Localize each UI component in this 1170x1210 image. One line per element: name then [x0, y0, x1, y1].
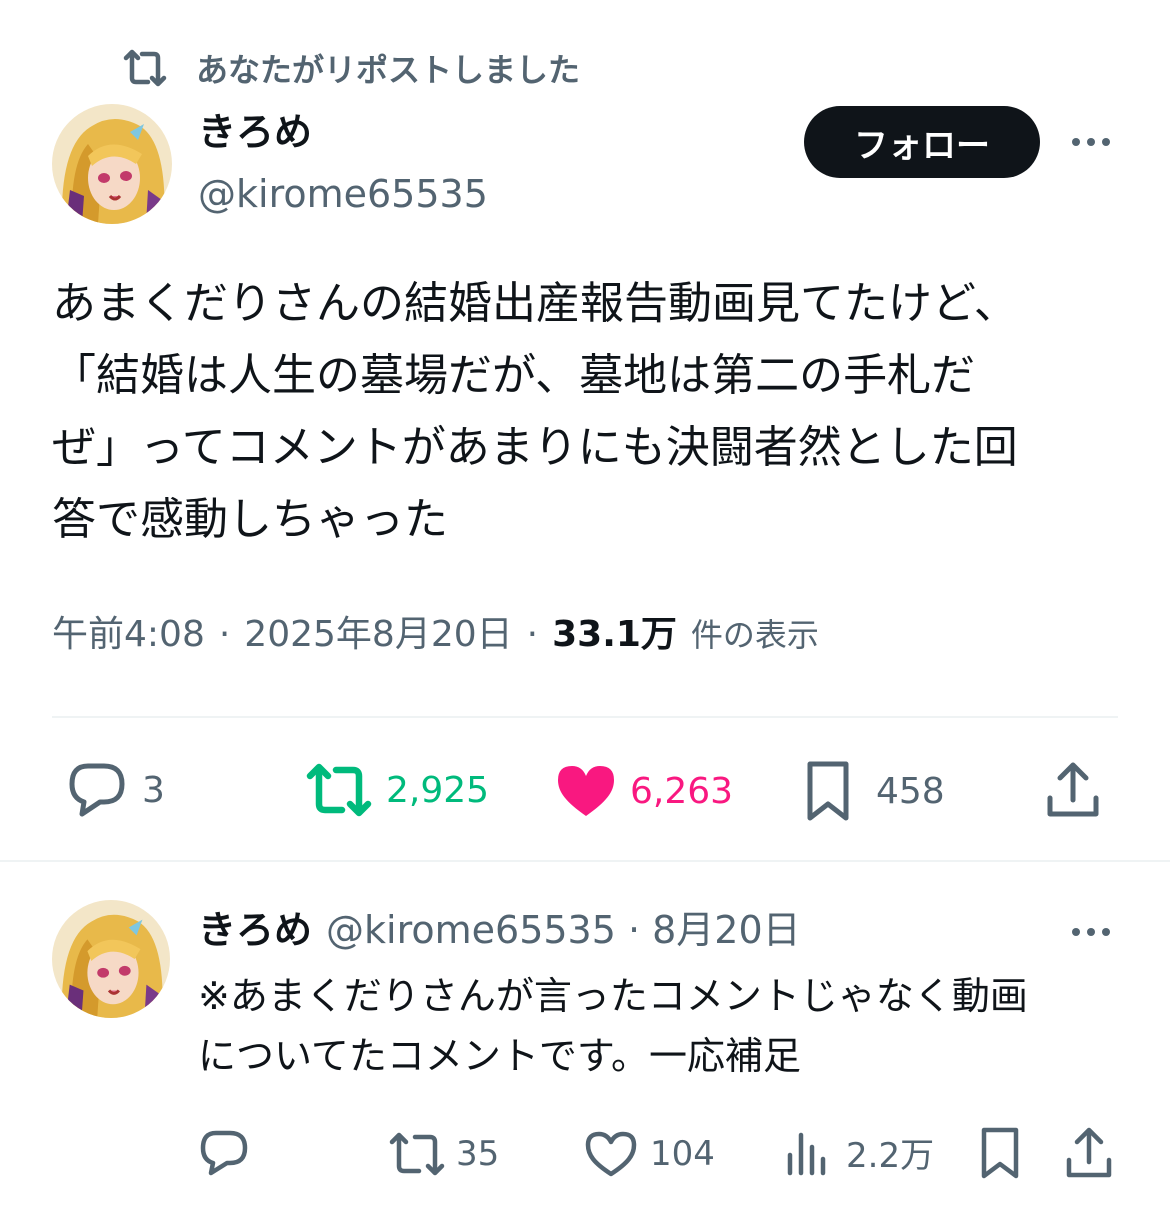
like-count: 6,263: [630, 770, 734, 812]
repost-count: 2,925: [386, 769, 490, 811]
share-icon: [1066, 1127, 1112, 1178]
reply-count: 3: [142, 769, 165, 811]
reply-icon: [69, 763, 125, 817]
repost-banner: あなたがリポストしました: [122, 48, 581, 89]
repost-button[interactable]: 2,925: [306, 762, 489, 818]
reply-repost-count: 35: [456, 1134, 500, 1174]
tweet-date[interactable]: 2025年8月20日: [244, 610, 512, 660]
avatar[interactable]: [52, 104, 172, 224]
meta-separator: ·: [526, 614, 539, 655]
reply-share-button[interactable]: [1064, 1126, 1114, 1180]
reply-views-button[interactable]: 2.2万: [784, 1128, 934, 1177]
bookmark-count: 458: [876, 770, 945, 812]
bookmark-icon: [981, 1127, 1019, 1179]
share-button[interactable]: [1044, 760, 1102, 820]
view-count[interactable]: 33.1万: [552, 610, 677, 660]
repost-banner-text: あなたがリポストしました: [196, 51, 581, 89]
more-options-icon[interactable]: [1066, 122, 1116, 162]
reply-like-count: 104: [650, 1134, 715, 1174]
follow-button[interactable]: フォロー: [804, 106, 1040, 178]
meta-separator: ·: [218, 614, 231, 655]
reply-text: ※あまくだりさんが言ったコメントじゃなく動画 についてたコメントです。一応補足: [198, 974, 1028, 1078]
like-button[interactable]: 6,263: [556, 762, 733, 820]
repost-icon: [306, 763, 372, 817]
analytics-icon: [787, 1132, 826, 1175]
tweet-time[interactable]: 午前4:08: [52, 610, 205, 660]
reply-repost-button[interactable]: 35: [388, 1130, 499, 1178]
share-icon: [1047, 762, 1099, 817]
reply-reply-button[interactable]: [198, 1128, 250, 1178]
divider: [0, 860, 1170, 862]
divider: [52, 716, 1118, 718]
bookmark-icon: [807, 761, 849, 821]
reply-author-name[interactable]: きろめ: [198, 906, 312, 954]
heart-filled-icon: [558, 766, 614, 816]
reply-bookmark-button[interactable]: [978, 1126, 1022, 1180]
reply-view-count: 2.2万: [846, 1136, 935, 1176]
repost-icon: [389, 1132, 445, 1176]
heart-icon: [585, 1131, 637, 1177]
tweet-meta: 午前4:08 · 2025年8月20日 · 33.1万 件の表示: [52, 610, 819, 660]
repost-icon: [123, 49, 167, 87]
tweet-text: あまくだりさんの結婚出産報告動画見てたけど、 「結婚は人生の墓場だが、墓地は第二…: [52, 278, 1018, 545]
author-name[interactable]: きろめ: [198, 108, 312, 156]
reply-button[interactable]: 3: [66, 760, 165, 820]
reply-icon: [200, 1130, 248, 1176]
reply-header: きろめ @kirome65535 · 8月20日: [198, 906, 801, 954]
author-handle[interactable]: @kirome65535: [198, 170, 488, 218]
reply-avatar[interactable]: [52, 900, 170, 1018]
reply-more-options-icon[interactable]: [1066, 912, 1116, 952]
bookmark-button[interactable]: 458: [804, 760, 945, 822]
reply-like-button[interactable]: 104: [584, 1130, 715, 1178]
reply-meta[interactable]: @kirome65535 · 8月20日: [326, 906, 801, 954]
view-count-label: 件の表示: [690, 616, 819, 654]
